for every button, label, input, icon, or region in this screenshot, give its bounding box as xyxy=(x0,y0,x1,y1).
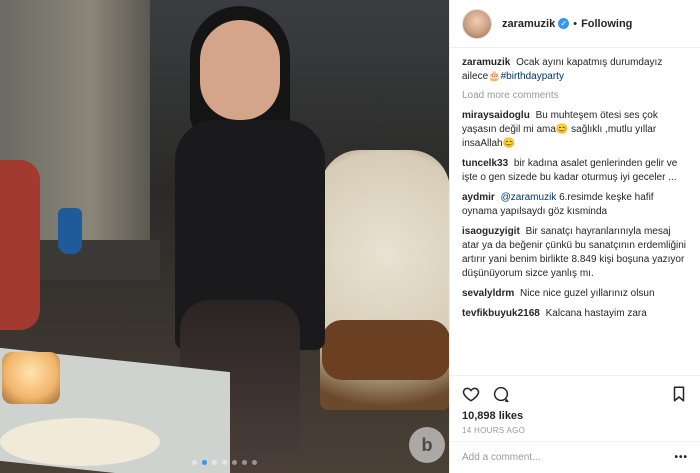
list-item: miraysaidoglu Bu muhteşem ötesi ses çok … xyxy=(462,109,688,151)
avatar[interactable] xyxy=(462,8,492,39)
post-actions: 10,898 likes 14 HOURS AGO xyxy=(450,375,700,441)
carousel-indicator xyxy=(0,460,449,465)
comment-text: Nice nice guzel yıllarınız olsun xyxy=(520,288,655,299)
list-item: tevfikbuyuk2168 Kalcana hastayim zara xyxy=(462,307,688,321)
comment-username[interactable]: isaoguzyigit xyxy=(462,226,520,237)
carousel-dot[interactable] xyxy=(232,460,237,465)
more-options-button[interactable]: ••• xyxy=(674,452,688,463)
comment-username[interactable]: tevfikbuyuk2168 xyxy=(462,308,540,319)
caption-username[interactable]: zaramuzik xyxy=(462,57,510,68)
comment-mention[interactable]: @zaramuzik xyxy=(501,192,557,203)
timestamp: 14 HOURS AGO xyxy=(462,426,526,435)
comment-text: Kalcana hastayim zara xyxy=(545,308,647,319)
carousel-dot[interactable] xyxy=(252,460,257,465)
photo-candle xyxy=(2,352,60,404)
verified-icon: ✓ xyxy=(558,18,570,29)
load-more-comments-button[interactable]: Load more comments xyxy=(462,90,688,101)
add-comment-field[interactable]: Add a comment... ••• xyxy=(450,441,700,473)
carousel-dot[interactable] xyxy=(192,460,197,465)
comment-username[interactable]: miraysaidoglu xyxy=(462,110,530,121)
header-username[interactable]: zaramuzik xyxy=(502,18,555,30)
carousel-dot[interactable] xyxy=(242,460,247,465)
comment-username[interactable]: tuncelk33 xyxy=(462,158,508,169)
photo-vase xyxy=(58,208,82,254)
caption-emoji: 🎂 xyxy=(488,71,501,82)
watermark-logo: b xyxy=(409,427,445,463)
carousel-dot[interactable] xyxy=(222,460,227,465)
list-item: isaoguzyigit Bir sanatçı hayranlarınıyla… xyxy=(462,225,688,281)
instagram-post: b zaramuzik ✓ • Following zaramuzik Ocak… xyxy=(0,0,700,473)
comments-list: zaramuzik Ocak ayını kapatmış durumdayız… xyxy=(450,48,700,375)
following-button[interactable]: Following xyxy=(581,18,632,30)
comment-icon[interactable] xyxy=(492,385,510,403)
add-comment-placeholder[interactable]: Add a comment... xyxy=(462,452,540,463)
carousel-dot[interactable] xyxy=(212,460,217,465)
carousel-dot[interactable] xyxy=(202,460,207,465)
photo-guest-arm xyxy=(0,160,40,330)
list-item: tuncelk33 bir kadına asalet genlerinden … xyxy=(462,157,688,185)
photo-chair-arm xyxy=(322,320,449,380)
photo-plate xyxy=(0,418,160,466)
list-item: aydmir @zaramuzik 6.resimde keşke hafif … xyxy=(462,191,688,219)
bookmark-icon[interactable] xyxy=(670,385,688,403)
post-sidebar: zaramuzik ✓ • Following zaramuzik Ocak a… xyxy=(449,0,700,473)
caption: zaramuzik Ocak ayını kapatmış durumdayız… xyxy=(462,56,688,84)
caption-hashtag[interactable]: #birthdayparty xyxy=(501,71,564,82)
heart-icon[interactable] xyxy=(462,385,480,403)
comment-username[interactable]: sevalyldrm xyxy=(462,288,514,299)
photo-person-face xyxy=(200,20,280,120)
action-icons xyxy=(462,382,688,406)
comment-username[interactable]: aydmir xyxy=(462,192,495,203)
post-photo[interactable]: b xyxy=(0,0,449,473)
likes-count[interactable]: 10,898 likes xyxy=(462,410,688,422)
header-separator: • xyxy=(573,17,578,30)
list-item: sevalyldrm Nice nice guzel yıllarınız ol… xyxy=(462,287,688,301)
post-header: zaramuzik ✓ • Following xyxy=(450,0,700,48)
